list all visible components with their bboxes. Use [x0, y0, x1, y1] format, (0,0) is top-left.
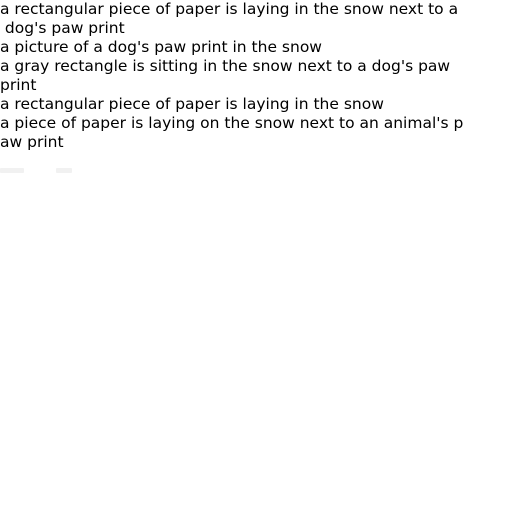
- caption-line: a rectangular piece of paper is laying i…: [0, 0, 459, 18]
- faint-mark: [56, 168, 72, 173]
- caption-list: a rectangular piece of paper is laying i…: [0, 0, 512, 152]
- caption-line: a piece of paper is laying on the snow n…: [0, 114, 464, 132]
- caption-line: aw print: [0, 133, 64, 151]
- caption-line: dog's paw print: [0, 19, 125, 37]
- caption-line: a gray rectangle is sitting in the snow …: [0, 57, 451, 75]
- caption-line: a rectangular piece of paper is laying i…: [0, 95, 384, 113]
- caption-page: a rectangular piece of paper is laying i…: [0, 0, 512, 512]
- caption-line: print: [0, 76, 37, 94]
- faint-mark: [0, 168, 24, 173]
- caption-line: a picture of a dog's paw print in the sn…: [0, 38, 322, 56]
